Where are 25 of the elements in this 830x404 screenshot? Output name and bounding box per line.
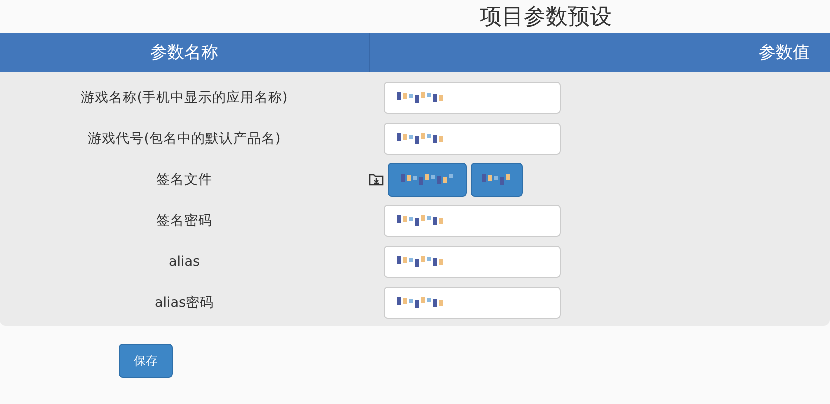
input-field[interactable]: [384, 286, 561, 318]
pixelated-text-icon: [397, 214, 445, 226]
field-label: 签名文件: [156, 170, 214, 188]
input-field[interactable]: [384, 204, 561, 236]
column-header: 参数值: [759, 42, 810, 64]
input-field[interactable]: [384, 82, 561, 114]
pixelated-text-icon: [400, 174, 454, 186]
input-field[interactable]: [384, 122, 561, 154]
page-title: 项目参数预设: [480, 4, 612, 32]
folder-download-icon: [369, 173, 384, 186]
pixelated-text-icon: [397, 92, 445, 104]
pixelated-text-icon: [397, 132, 445, 144]
pixelated-text-icon: [397, 256, 445, 268]
pixelated-text-icon: [397, 296, 445, 308]
field-label: 游戏代号(包名中的默认产品名): [87, 130, 282, 148]
save-button[interactable]: 保存: [119, 344, 173, 378]
input-field[interactable]: [384, 246, 561, 278]
field-label: 签名密码: [156, 212, 214, 230]
pixelated-text-icon: [482, 174, 512, 186]
field-label: 游戏名称(手机中显示的应用名称): [80, 88, 289, 106]
file-button[interactable]: [471, 162, 523, 196]
column-header: 参数名称: [150, 42, 218, 64]
field-label: alias密码: [154, 294, 216, 312]
field-label: alias: [168, 254, 202, 270]
file-button[interactable]: [388, 162, 467, 196]
